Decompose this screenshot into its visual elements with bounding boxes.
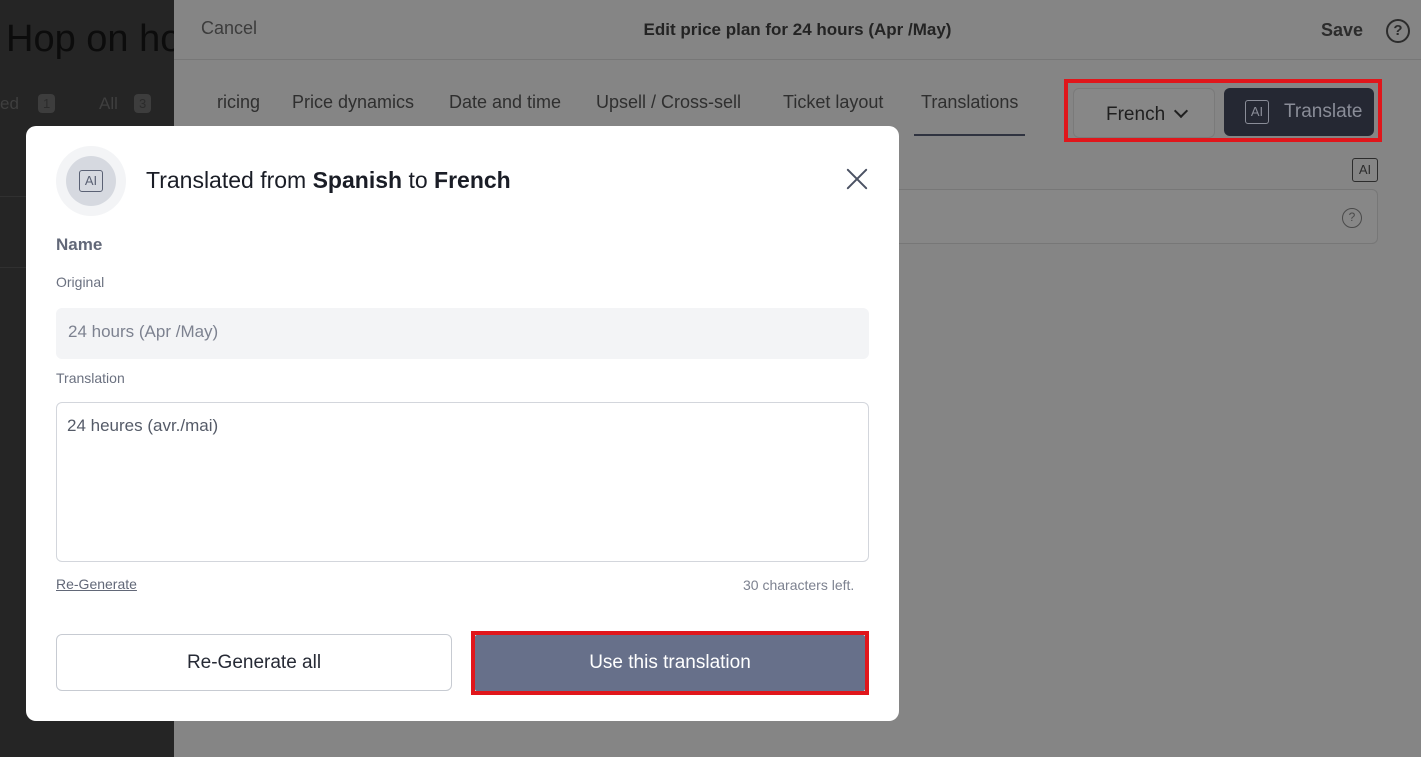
regenerate-link[interactable]: Re-Generate bbox=[56, 576, 137, 592]
tab-pricing[interactable]: ricing bbox=[217, 92, 260, 113]
save-button[interactable]: Save bbox=[1321, 20, 1363, 41]
chevron-down-icon bbox=[1173, 103, 1189, 119]
language-select[interactable]: French bbox=[1073, 88, 1215, 138]
language-select-value: French bbox=[1106, 104, 1166, 125]
background-tab-label: ed bbox=[0, 94, 19, 113]
target-language: French bbox=[434, 167, 511, 193]
tab-translations[interactable]: Translations bbox=[921, 92, 1018, 113]
name-field[interactable] bbox=[874, 189, 1378, 244]
ai-icon: AI bbox=[1245, 100, 1269, 124]
help-icon[interactable]: ? bbox=[1386, 19, 1410, 43]
ai-icon: AI bbox=[79, 170, 103, 192]
characters-left: 30 characters left. bbox=[743, 577, 855, 593]
section-label: Name bbox=[56, 235, 103, 254]
use-translation-button[interactable]: Use this translation bbox=[475, 635, 865, 691]
translation-label: Translation bbox=[56, 370, 125, 386]
background-tab-count: 1 bbox=[38, 94, 56, 113]
tab-ticket-layout[interactable]: Ticket layout bbox=[783, 92, 883, 113]
translate-button[interactable]: AI Translate bbox=[1224, 88, 1374, 136]
translation-field[interactable]: 24 heures (avr./mai) bbox=[56, 402, 869, 562]
panel-header: Cancel Edit price plan for 24 hours (Apr… bbox=[174, 0, 1421, 60]
panel-title: Edit price plan for 24 hours (Apr /May) bbox=[643, 20, 952, 39]
modal-title-middle: to bbox=[402, 167, 435, 193]
modal-title: Translated from Spanish to French bbox=[146, 167, 511, 194]
background-tab-count: 3 bbox=[134, 94, 152, 113]
tab-date-and-time[interactable]: Date and time bbox=[449, 92, 561, 113]
background-page-title: Hop on ho bbox=[6, 18, 174, 60]
active-tab-indicator bbox=[914, 134, 1025, 136]
translation-modal: AI Translated from Spanish to French Nam… bbox=[26, 126, 899, 721]
modal-title-prefix: Translated from bbox=[146, 167, 313, 193]
tab-upsell-cross-sell[interactable]: Upsell / Cross-sell bbox=[596, 92, 741, 113]
tab-price-dynamics[interactable]: Price dynamics bbox=[292, 92, 414, 113]
close-icon[interactable] bbox=[841, 163, 873, 195]
background-tab-label: All bbox=[99, 94, 118, 113]
regenerate-all-button[interactable]: Re-Generate all bbox=[56, 634, 452, 691]
help-icon[interactable]: ? bbox=[1342, 208, 1362, 228]
original-label: Original bbox=[56, 274, 105, 290]
source-language: Spanish bbox=[312, 167, 403, 193]
ai-badge: AI bbox=[56, 146, 126, 216]
translate-button-label: Translate bbox=[1284, 101, 1363, 122]
original-field: 24 hours (Apr /May) bbox=[56, 308, 869, 359]
ai-icon[interactable]: AI bbox=[1352, 158, 1378, 182]
